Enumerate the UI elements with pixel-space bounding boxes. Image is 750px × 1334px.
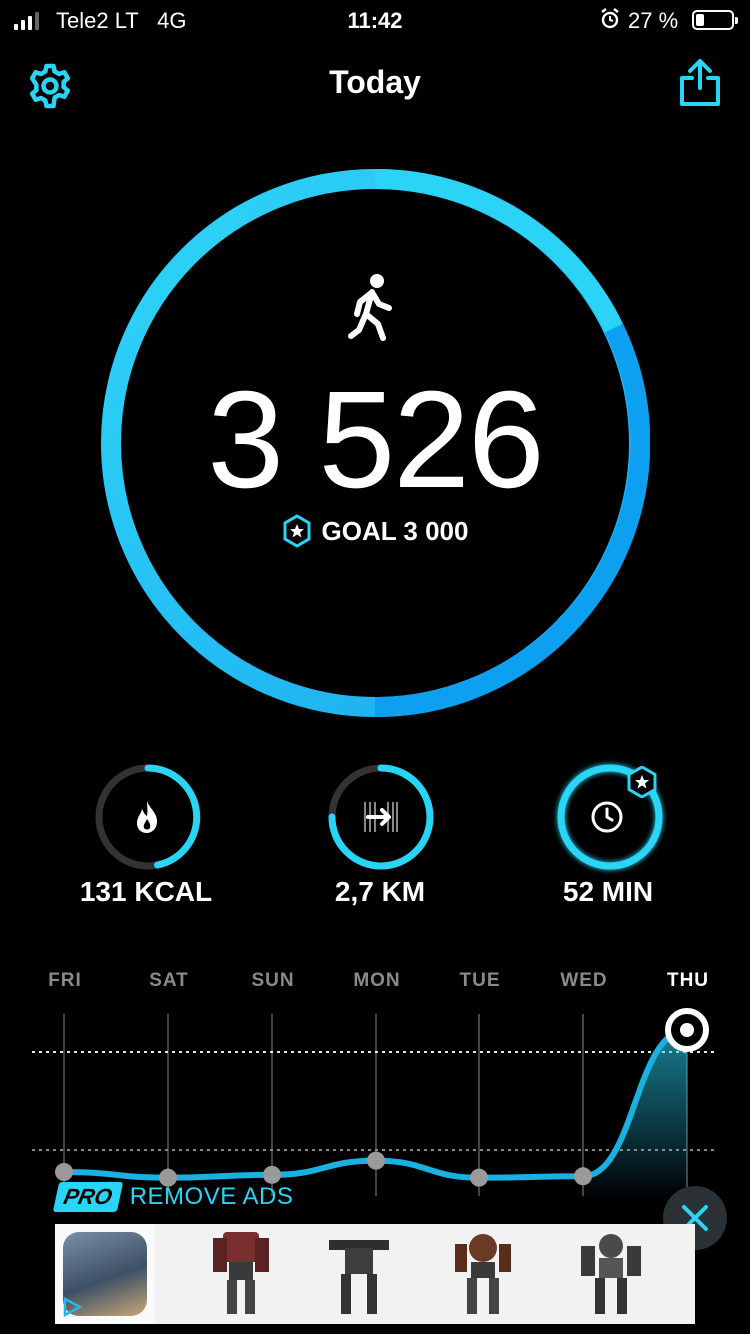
clock-icon [591,801,623,833]
day-label-fri[interactable]: FRI [25,970,105,992]
steps-count: 3 526 [207,363,544,517]
battery-percent: 27 % [628,8,679,33]
status-bar: Tele2 LT 4G 11:42 27 % [0,0,750,44]
day-steps-point-center [680,1023,694,1037]
goal-row: GOAL 3 000 [0,514,750,548]
day-steps-point [470,1168,488,1187]
goal-label: GOAL 3 000 [321,515,469,546]
ad-robot-image [581,1234,641,1314]
day-steps-point [55,1163,73,1181]
day-label-sat[interactable]: SAT [129,970,209,992]
calories-label: 131 KCAL [79,876,213,907]
day-label-mon[interactable]: MON [337,970,417,992]
goal-reached-badge-icon [627,766,657,798]
day-label-thu[interactable]: THU [648,970,728,992]
day-steps-point [367,1151,385,1170]
day-label-wed[interactable]: WED [544,970,624,992]
alarm-icon [601,8,619,29]
ad-banner[interactable] [55,1224,695,1324]
remove-ads-label: REMOVE ADS [129,1183,294,1210]
week-steps-chart [32,1008,716,1200]
distance-label: 2,7 KM [334,876,426,907]
ad-robot-image [329,1240,389,1314]
ad-play-icon [63,1296,83,1318]
battery-icon [692,10,738,30]
ad-robot-image [213,1232,269,1314]
remove-ads-link[interactable]: PRO REMOVE ADS [52,1182,294,1212]
page-title: Today [329,64,421,100]
flame-icon [137,801,158,833]
day-label-sun[interactable]: SUN [233,970,313,992]
active-minutes-label: 52 MIN [562,876,654,907]
pro-badge: PRO [52,1182,123,1212]
goal-badge-icon [283,514,311,548]
day-steps-point [574,1167,592,1186]
ad-robot-image [455,1234,511,1314]
day-label-tue[interactable]: TUE [440,970,520,992]
distance-icon [364,802,398,832]
walking-person-icon [348,274,392,341]
share-icon[interactable] [676,58,724,108]
